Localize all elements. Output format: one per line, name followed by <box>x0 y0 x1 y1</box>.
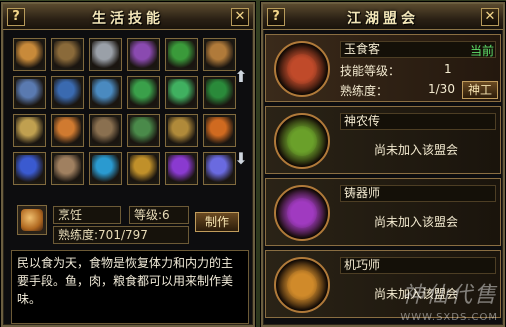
skill-slot[interactable] <box>127 76 160 109</box>
shengong-button[interactable]: 神工 <box>462 81 498 99</box>
gourd-bottles-icon <box>206 41 233 68</box>
warrior-figure-icon <box>54 155 81 182</box>
current-status-badge: 当前 <box>469 44 494 58</box>
jade-vial-icon <box>168 79 195 106</box>
close-button[interactable]: ✕ <box>231 8 249 26</box>
skill-level-label: 技能等级： <box>340 64 401 78</box>
guild-titlebar[interactable]: ? 江湖盟会 ✕ <box>263 4 503 30</box>
skill-slot[interactable] <box>13 152 46 185</box>
spear-polearm-icon <box>92 79 119 106</box>
emblem-inner <box>282 49 322 89</box>
skill-slot[interactable] <box>51 76 84 109</box>
flame-ring-icon <box>206 117 233 144</box>
sword-blade-icon <box>16 79 43 106</box>
guild-card-yushike[interactable]: 玉食客 当前 技能等级： 1 熟练度： 1/30 神工 <box>265 34 501 102</box>
life-skills-titlebar[interactable]: ? 生活技能 ✕ <box>3 4 253 30</box>
violet-orb-icon <box>168 155 195 182</box>
roast-chicken-icon <box>16 41 43 68</box>
skill-slot[interactable] <box>51 152 84 185</box>
skill-slot[interactable] <box>127 152 160 185</box>
treasure-chest-icon <box>130 155 157 182</box>
skill-slot[interactable] <box>89 76 122 109</box>
herb-emblem-icon <box>274 113 330 169</box>
skill-slot[interactable] <box>165 38 198 71</box>
skill-slot[interactable] <box>51 38 84 71</box>
herb-sprout-icon <box>130 79 157 106</box>
skill-slot[interactable] <box>165 114 198 147</box>
skill-level-field: 等级:6 <box>129 206 189 224</box>
azure-gem-icon <box>92 155 119 182</box>
panel-title: 江湖盟会 <box>347 11 419 27</box>
food-emblem-icon <box>274 41 330 97</box>
skill-slot[interactable] <box>165 152 198 185</box>
not-joined-message: 尚未加入该盟会 <box>373 143 458 157</box>
tower-lantern-icon <box>54 79 81 106</box>
guild-name: 铸器师 <box>340 185 496 202</box>
not-joined-message: 尚未加入该盟会 <box>373 215 458 229</box>
skill-slot[interactable] <box>13 38 46 71</box>
skill-level-value: 1 <box>444 62 452 76</box>
skill-slot[interactable] <box>51 114 84 147</box>
close-button[interactable]: ✕ <box>481 8 499 26</box>
ingot-stack-icon <box>92 41 119 68</box>
panel-title: 生活技能 <box>92 11 164 27</box>
guild-card-zhuqi[interactable]: 铸器师 尚未加入该盟会 <box>265 178 501 246</box>
purple-fan-icon <box>130 41 157 68</box>
skill-slot[interactable] <box>203 114 236 147</box>
proficiency-field: 熟练度:701/797 <box>53 226 189 244</box>
life-skills-panel: ? 生活技能 ✕ ⬆ ⬇ 烹饪 等级:6 制作 熟练度:701/797 民以食为… <box>1 2 255 327</box>
bronze-cauldron-icon <box>54 41 81 68</box>
proficiency-label: 熟练度： <box>340 84 389 98</box>
watermark-url: WWW.SXDS.COM <box>400 312 498 323</box>
forge-emblem-icon <box>274 185 330 241</box>
make-button[interactable]: 制作 <box>195 212 239 232</box>
selected-skill-icon <box>17 205 47 235</box>
skill-description: 民以食为天，食物是恢复体力和内力的主要手段。鱼，肉，粮食都可以用来制作美味。 <box>11 250 249 324</box>
gear-emblem-icon <box>274 257 330 313</box>
skill-slot[interactable] <box>127 38 160 71</box>
guild-name: 机巧师 <box>340 257 496 274</box>
green-ledger-icon <box>130 117 157 144</box>
guild-card-shennong[interactable]: 神农传 尚未加入该盟会 <box>265 106 501 174</box>
guild-name: 神农传 <box>340 113 496 130</box>
crystal-cluster-icon <box>206 155 233 182</box>
skill-slot[interactable] <box>89 38 122 71</box>
scroll-down-arrow-icon[interactable]: ⬇ <box>231 148 251 170</box>
skill-slot[interactable] <box>89 114 122 147</box>
skill-name-field: 烹饪 <box>53 206 121 224</box>
skill-slot[interactable] <box>89 152 122 185</box>
proficiency-value: 1/30 <box>428 82 455 96</box>
golden-scroll-icon <box>16 117 43 144</box>
skill-slot[interactable] <box>127 114 160 147</box>
amber-jar-icon <box>168 117 195 144</box>
blue-shield-icon <box>16 155 43 182</box>
skill-slot[interactable] <box>165 76 198 109</box>
site-watermark: 神仙代售 WWW.SXDS.COM <box>344 277 504 325</box>
green-leaf-icon <box>168 41 195 68</box>
scroll-up-arrow-icon[interactable]: ⬆ <box>231 66 251 88</box>
ore-chunk-icon <box>92 117 119 144</box>
watermark-text: 神仙代售 <box>401 283 498 308</box>
skill-slot[interactable] <box>13 76 46 109</box>
pine-branch-icon <box>206 79 233 106</box>
skill-slot[interactable] <box>13 114 46 147</box>
skill-icon-grid <box>13 38 236 185</box>
fire-bird-icon <box>54 117 81 144</box>
